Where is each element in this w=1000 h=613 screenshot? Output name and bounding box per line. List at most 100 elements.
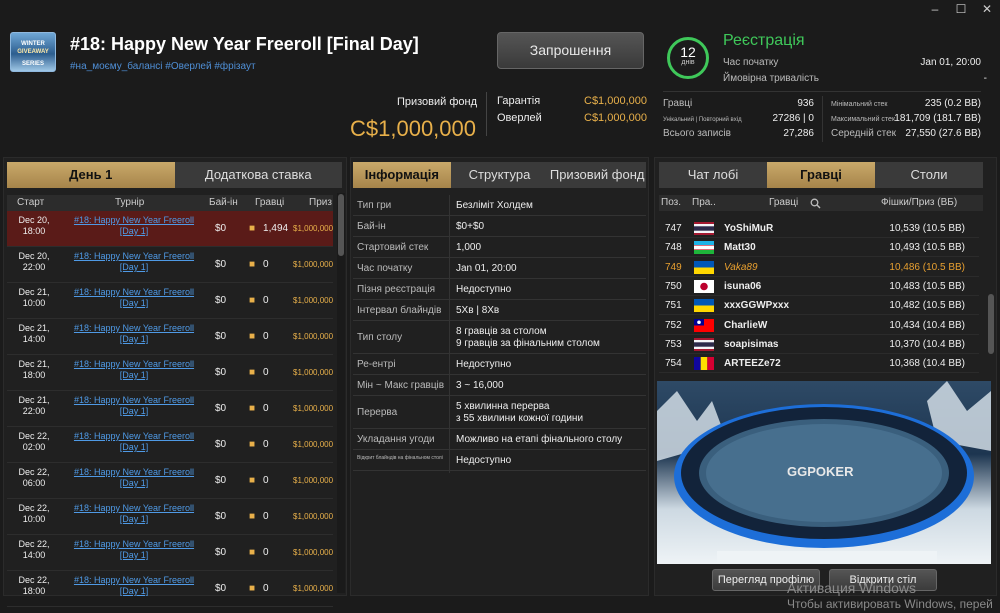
row-tournament-link[interactable]: #18: Happy New Year Freeroll [Day 1] xyxy=(67,215,201,237)
table-row[interactable]: Dec 21, 10:00 #18: Happy New Year Freeroll… xyxy=(7,283,333,319)
close-icon[interactable]: ✕ xyxy=(974,0,1000,18)
row-tournament-link[interactable]: #18: Happy New Year Freeroll [Day 1] xyxy=(67,431,201,453)
col-start[interactable]: Старт xyxy=(17,197,44,208)
taiwan-flag-icon xyxy=(694,318,714,332)
row-tournament-link[interactable]: #18: Happy New Year Freeroll [Day 1] xyxy=(67,287,201,309)
player-position: 754 xyxy=(665,358,682,370)
row-tournament-link[interactable]: #18: Happy New Year Freeroll [Day 1] xyxy=(67,539,201,561)
info-key: Інтервал блайндів xyxy=(357,305,442,316)
days-label: днів xyxy=(681,59,695,66)
start-time-row: Час початку Jan 01, 20:00 xyxy=(723,57,981,68)
player-row[interactable]: 754 ARTEEZe72 10,368 (10.4 BB) xyxy=(659,354,979,374)
tab-lobby-chat[interactable]: Чат лобі xyxy=(659,162,767,188)
table-row[interactable]: Dec 22, 06:00 #18: Happy New Year Freeroll… xyxy=(7,463,333,499)
person-icon: ■ xyxy=(249,583,256,594)
schedule-scroll-thumb[interactable] xyxy=(338,194,344,256)
avg-stack-value: 27,550 (27.6 BB) xyxy=(905,128,981,139)
tab-tables[interactable]: Столи xyxy=(875,162,983,188)
info-value: 5 хвилинна перерва з 55 хвилини кожної го… xyxy=(456,401,584,424)
row-start: Dec 22, 10:00 xyxy=(18,503,50,524)
table-row[interactable]: Dec 22, 14:00 #18: Happy New Year Freeroll… xyxy=(7,535,333,571)
row-players: ■ 0 xyxy=(249,331,269,342)
player-row[interactable]: 752 CharlieW 10,434 (10.4 BB) xyxy=(659,316,979,335)
row-start: Dec 22, 06:00 xyxy=(18,467,50,488)
col-chips[interactable]: Фішки/Приз (ВБ) xyxy=(881,197,957,208)
table-row[interactable]: Dec 21, 22:00 #18: Happy New Year Freeroll… xyxy=(7,391,333,427)
tab-information[interactable]: Інформація xyxy=(353,162,451,188)
table-row[interactable]: Dec 22, 18:00 #18: Happy New Year Freeroll… xyxy=(7,571,333,607)
player-row[interactable]: 749 Vaka89 10,486 (10.5 BB) xyxy=(659,258,979,277)
info-value: Можливо на етапі фінального столу xyxy=(456,434,623,445)
maximize-icon[interactable]: ☐ xyxy=(948,0,974,18)
row-prize: $1,000,000 xyxy=(293,296,334,305)
info-key: Мін ~ Макс гравців xyxy=(357,380,445,391)
player-row[interactable]: 747 YoShiMuR 10,539 (10.5 BB) xyxy=(659,219,979,238)
col-country[interactable]: Пра.. xyxy=(692,197,716,208)
table-row[interactable]: Dec 20, 18:00 #18: Happy New Year Freeroll… xyxy=(7,211,333,247)
col-buyin[interactable]: Бай-ін xyxy=(209,197,238,208)
row-players: ■ 0 xyxy=(249,259,269,270)
players-stat-value: 936 xyxy=(797,98,814,109)
table-preview: GGPOKER xyxy=(657,381,991,564)
search-icon[interactable] xyxy=(810,198,821,209)
info-value: Недоступно xyxy=(456,359,512,370)
col-tournament[interactable]: Турнір xyxy=(115,197,144,208)
row-prize: $1,000,000 xyxy=(293,512,334,521)
person-icon: ■ xyxy=(249,439,256,450)
avg-stack-label: Середній стек xyxy=(831,128,897,139)
table-row[interactable]: Dec 22, 10:00 #18: Happy New Year Freeroll… xyxy=(7,499,333,535)
row-prize: $1,000,000 xyxy=(293,476,334,485)
row-players: ■ 0 xyxy=(249,295,269,306)
japan-flag-icon xyxy=(694,279,714,293)
row-buyin: $0 xyxy=(215,259,227,270)
table-row[interactable]: Dec 21, 14:00 #18: Happy New Year Freeroll… xyxy=(7,319,333,355)
player-row[interactable]: 750 isuna06 10,483 (10.5 BB) xyxy=(659,277,979,296)
row-tournament-link[interactable]: #18: Happy New Year Freeroll [Day 1] xyxy=(67,503,201,525)
tab-extra-bet[interactable]: Додаткова ставка xyxy=(174,162,342,188)
tab-day1[interactable]: День 1 xyxy=(7,162,175,188)
row-buyin: $0 xyxy=(215,295,227,306)
player-row[interactable]: 751 xxxGGWPxxx 10,482 (10.5 BB) xyxy=(659,296,979,316)
tab-players[interactable]: Гравці xyxy=(767,162,875,188)
player-chips: 10,539 (10.5 BB) xyxy=(889,223,965,234)
unique-stat: Унікальний | Повторний вхід 27286 | 0 xyxy=(663,113,814,124)
tab-structure[interactable]: Структура xyxy=(450,162,549,188)
player-chips: 10,368 (10.4 BB) xyxy=(889,358,965,370)
players-scroll-thumb[interactable] xyxy=(988,294,994,354)
row-tournament-link[interactable]: #18: Happy New Year Freeroll [Day 1] xyxy=(67,251,201,273)
watermark-line1: Активация Windows xyxy=(787,580,917,596)
overlay-row: Оверлей C$1,000,000 xyxy=(497,112,647,124)
max-stack-stat: Максимальний стек 181,709 (181.7 BB) xyxy=(831,113,981,124)
schedule-header: Старт Турнір Бай-ін Гравці Приз xyxy=(7,195,333,211)
unique-stat-value: 27286 | 0 xyxy=(772,113,814,124)
info-key: Тип столу xyxy=(357,332,403,343)
player-row[interactable]: 753 soapisimas 10,370 (10.4 BB) xyxy=(659,335,979,354)
player-position: 752 xyxy=(665,319,682,331)
minimize-icon[interactable]: – xyxy=(922,0,948,18)
table-row[interactable]: Dec 22, 02:00 #18: Happy New Year Freeroll… xyxy=(7,427,333,463)
col-position[interactable]: Поз. xyxy=(661,197,681,208)
info-key: Пізня реєстрація xyxy=(357,284,436,295)
row-tournament-link[interactable]: #18: Happy New Year Freeroll [Day 1] xyxy=(67,575,201,597)
schedule-scrollbar[interactable] xyxy=(337,193,345,593)
table-row[interactable]: Dec 20, 22:00 #18: Happy New Year Freeroll… xyxy=(7,247,333,283)
row-start: Dec 20, 18:00 xyxy=(18,215,50,236)
table-row[interactable]: Dec 21, 18:00 #18: Happy New Year Freeroll… xyxy=(7,355,333,391)
person-icon: ■ xyxy=(249,511,256,522)
row-prize: $1,000,000 xyxy=(293,548,334,557)
row-prize: $1,000,000 xyxy=(293,368,334,377)
prize-fund-amount: C$1,000,000 xyxy=(350,116,476,141)
invite-button[interactable]: Запрошення xyxy=(497,32,644,69)
row-tournament-link[interactable]: #18: Happy New Year Freeroll [Day 1] xyxy=(67,467,201,489)
col-player[interactable]: Гравці xyxy=(769,197,798,208)
player-row[interactable]: 748 Matt30 10,493 (10.5 BB) xyxy=(659,238,979,258)
row-tournament-link[interactable]: #18: Happy New Year Freeroll [Day 1] xyxy=(67,323,201,345)
player-name: xxxGGWPxxx xyxy=(724,300,790,312)
col-prize[interactable]: Приз xyxy=(309,197,332,208)
row-tournament-link[interactable]: #18: Happy New Year Freeroll [Day 1] xyxy=(67,395,201,417)
player-chips: 10,434 (10.4 BB) xyxy=(889,319,965,331)
uzbekistan-flag-icon xyxy=(694,241,714,255)
row-tournament-link[interactable]: #18: Happy New Year Freeroll [Day 1] xyxy=(67,359,201,381)
col-players[interactable]: Гравці xyxy=(255,197,284,208)
tab-prize-fund[interactable]: Призовий фонд xyxy=(548,162,647,188)
